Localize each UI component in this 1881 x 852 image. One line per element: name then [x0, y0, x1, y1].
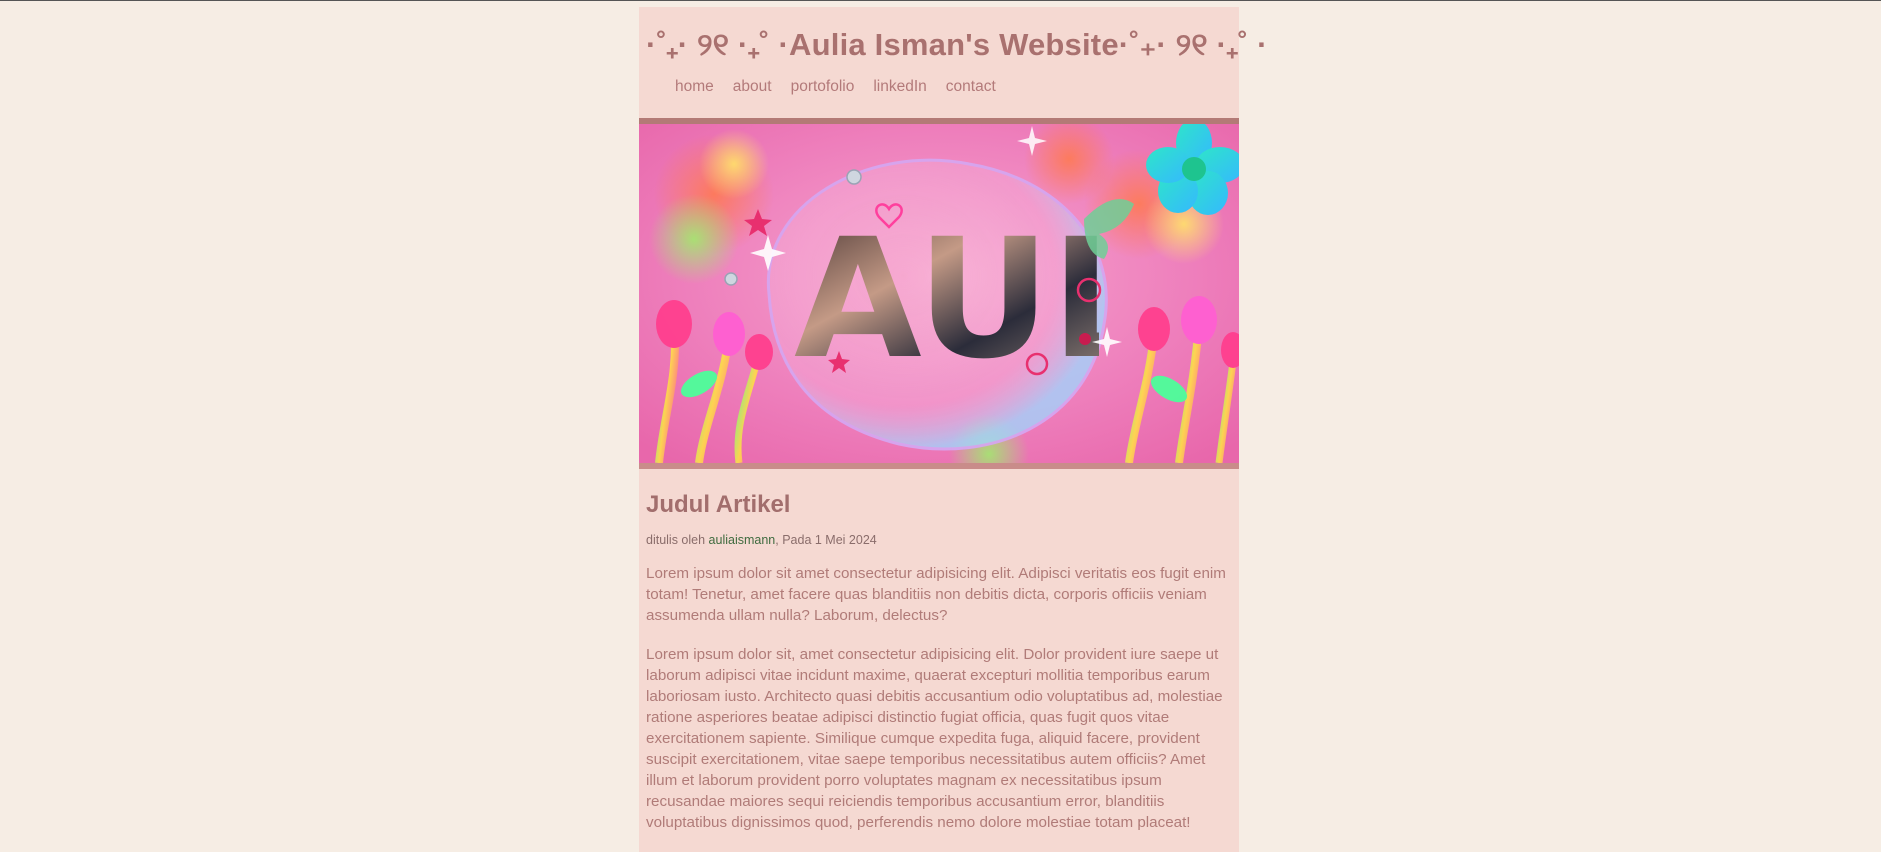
article-meta-prefix: ditulis oleh: [646, 533, 709, 547]
site-title: ·˚₊· ୨୧ ·₊˚ ·Aulia Isman's Website·˚₊· ୨…: [646, 27, 1268, 62]
nav-link-about[interactable]: about: [733, 78, 772, 95]
article-title: Judul Artikel: [646, 491, 791, 518]
article-paragraph: Lorem ipsum dolor sit amet consectetur a…: [646, 565, 1226, 624]
article-meta-date: , Pada 1 Mei 2024: [775, 533, 877, 547]
nav-item-portofolio: portofolio: [791, 78, 855, 96]
nav-link-contact[interactable]: contact: [946, 78, 996, 95]
article-paragraph: Lorem ipsum dolor sit, amet consectetur …: [646, 646, 1223, 831]
nav-item-contact: contact: [946, 78, 996, 96]
nav-item-linkedin: linkedIn: [873, 78, 926, 96]
author-link[interactable]: auliaismann: [709, 533, 776, 547]
page-container: ·˚₊· ୨୧ ·₊˚ ·Aulia Isman's Website·˚₊· ୨…: [639, 7, 1268, 852]
nav-item-home: home: [675, 78, 714, 96]
nav-link-home[interactable]: home: [675, 78, 714, 95]
article: Judul Artikel ditulis oleh auliaismann, …: [639, 469, 1239, 833]
hero-banner-image: AUL: [639, 124, 1239, 463]
hero-banner: AUL: [639, 124, 1239, 463]
nav-item-about: about: [733, 78, 772, 96]
site-header: ·˚₊· ୨୧ ·₊˚ ·Aulia Isman's Website·˚₊· ୨…: [639, 7, 1268, 118]
main-nav: home about portofolio linkedIn contact: [646, 78, 1232, 96]
nav-link-portofolio[interactable]: portofolio: [791, 78, 855, 95]
article-meta: ditulis oleh auliaismann, Pada 1 Mei 202…: [646, 533, 1232, 547]
nav-link-linkedin[interactable]: linkedIn: [873, 78, 926, 95]
